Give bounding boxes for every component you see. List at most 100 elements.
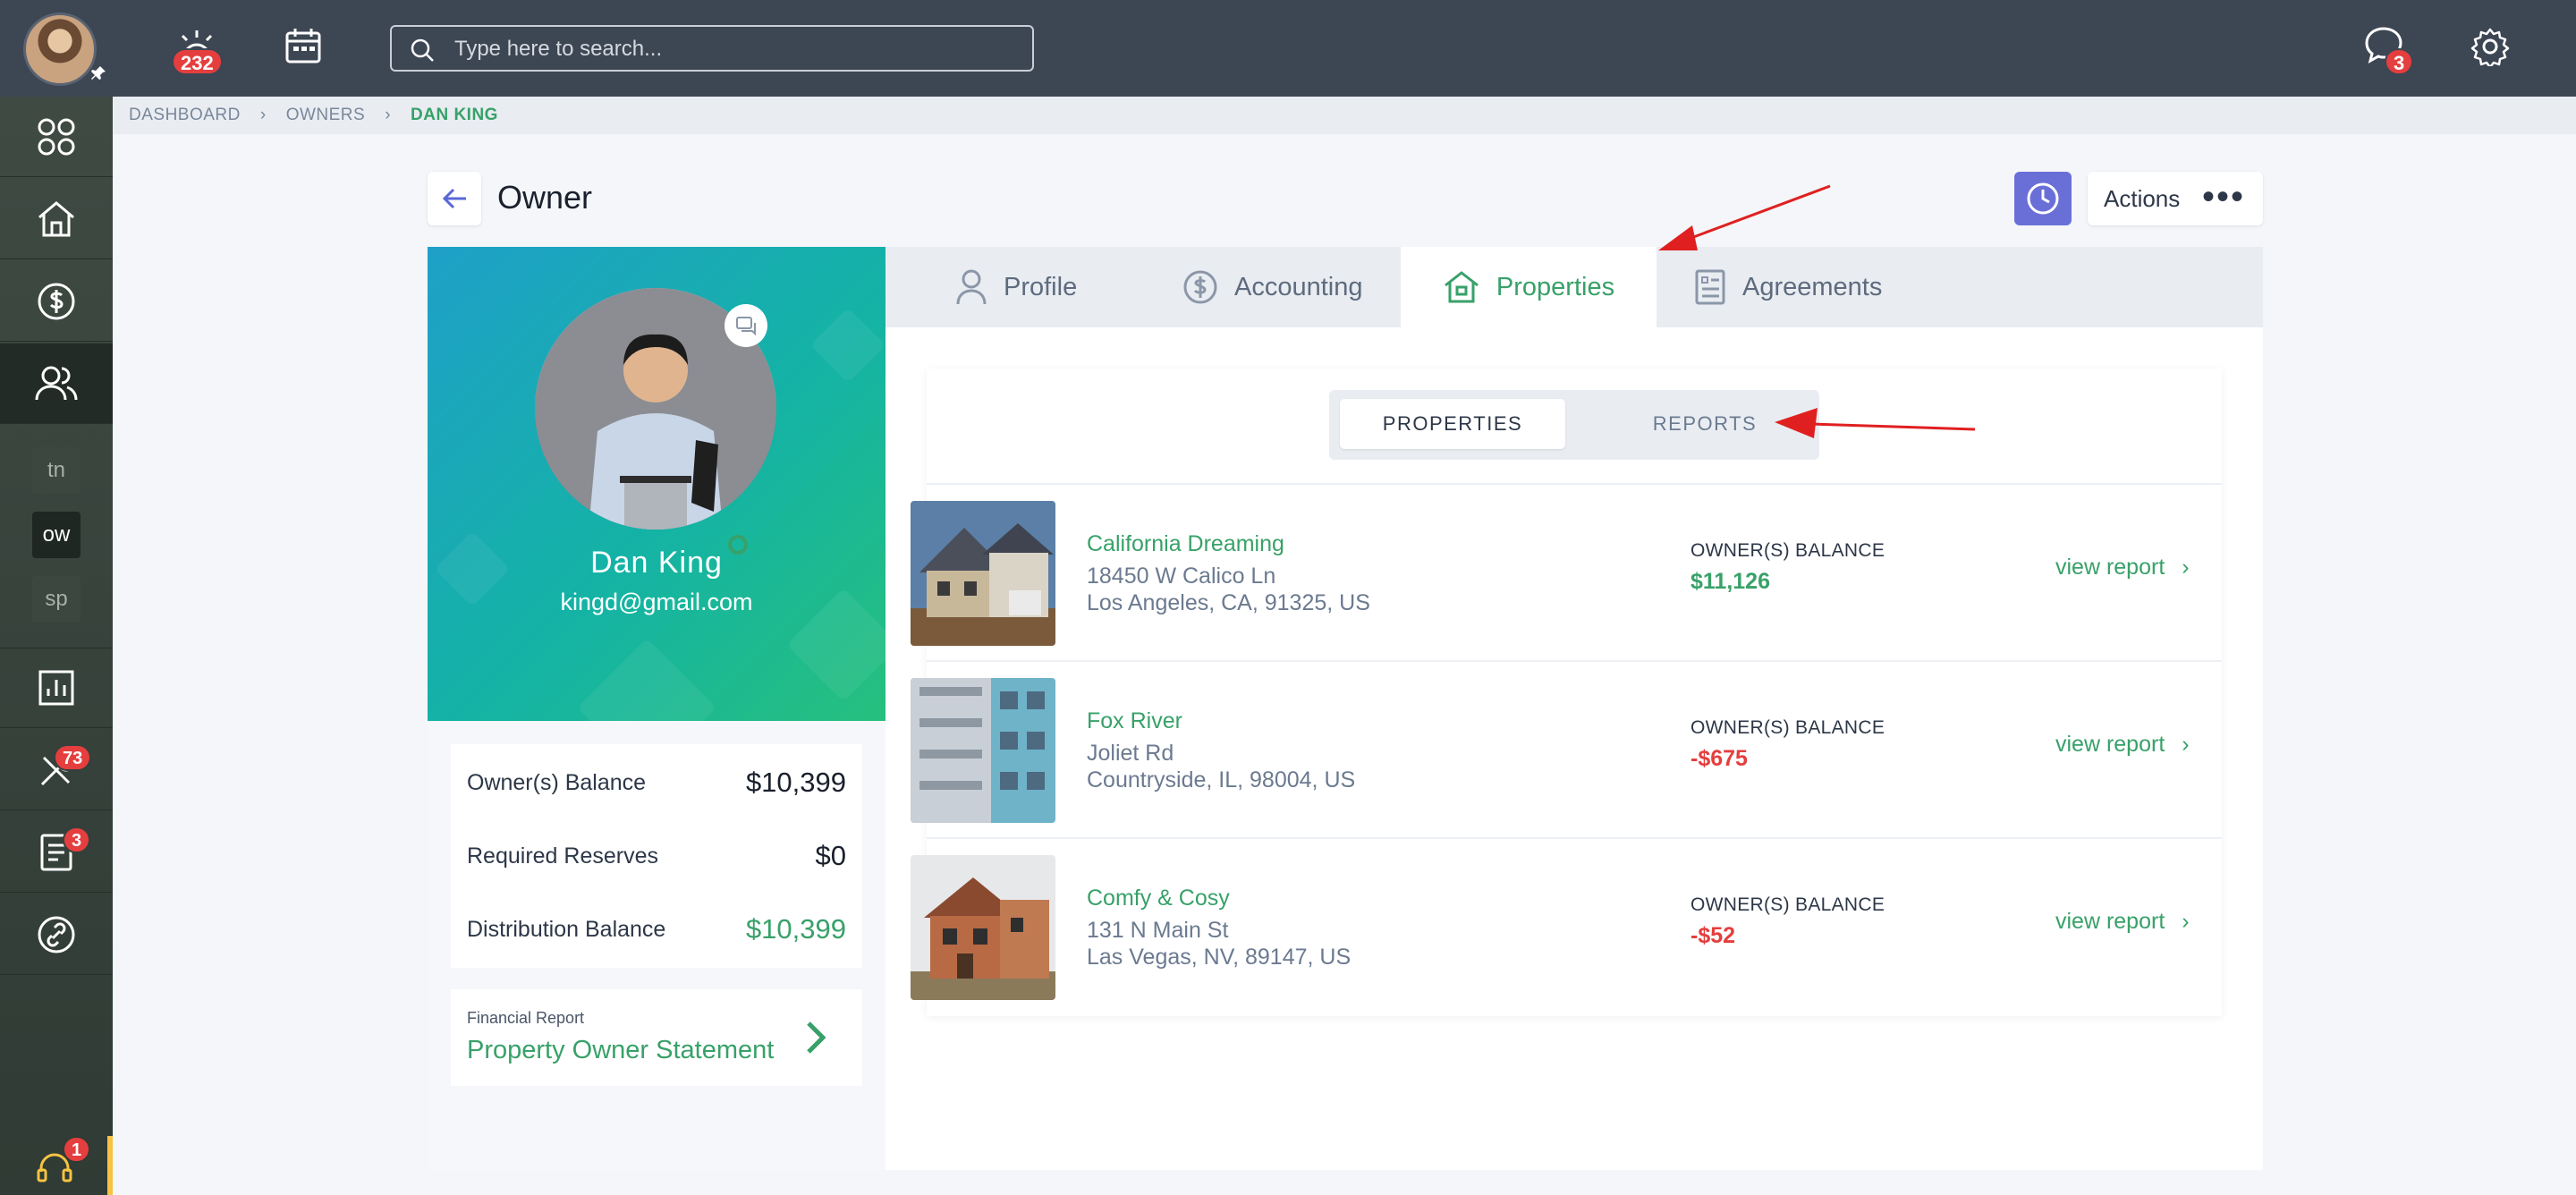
sidebar-item-apps[interactable] [0, 97, 113, 177]
apps-grid-icon [38, 118, 75, 155]
property-row[interactable]: Comfy & Cosy 131 N Main St Las Vegas, NV… [911, 846, 2222, 1021]
tab-label: Properties [1496, 272, 1615, 301]
property-balance-value: -$675 [1690, 746, 1748, 771]
support-badge: 1 [63, 1136, 91, 1163]
house-icon [1444, 271, 1479, 303]
tab-label: Agreements [1742, 272, 1883, 301]
view-report-link[interactable]: view report › [2055, 732, 2190, 758]
financial-report-link[interactable]: Financial Report Property Owner Statemen… [451, 989, 862, 1086]
balance-label: Distribution Balance [467, 916, 666, 942]
view-report-link[interactable]: view report › [2055, 909, 2190, 935]
view-report-label: view report [2055, 555, 2165, 580]
decor-diamond [809, 307, 886, 384]
search-box[interactable] [390, 25, 1034, 72]
person-icon [956, 269, 987, 305]
property-name[interactable]: Comfy & Cosy [1087, 886, 1230, 911]
segment-properties[interactable]: PROPERTIES [1340, 399, 1565, 449]
decor-diamond [577, 638, 716, 721]
divider [927, 483, 2222, 485]
chevron-right-icon: › [259, 106, 267, 124]
actions-menu[interactable]: Actions ••• [2088, 172, 2263, 225]
property-address-line1: 18450 W Calico Ln [1087, 564, 1276, 589]
page-title: Owner [497, 179, 593, 216]
tab-profile[interactable]: Profile [955, 247, 1077, 327]
app-ow[interactable]: ow [32, 512, 80, 558]
top-bar: 232 3 [0, 0, 2576, 97]
property-balance-label: OWNER(S) BALANCE [1690, 894, 1885, 915]
tab-bar: Profile Accounting Properties Agreements [886, 247, 2263, 327]
balance-panel: Owner(s) Balance $10,399 Required Reserv… [428, 721, 886, 1170]
property-address-line2: Countryside, IL, 98004, US [1087, 767, 1356, 792]
balance-row: Required Reserves $0 [467, 837, 846, 875]
property-row[interactable]: Fox River Joliet Rd Countryside, IL, 980… [911, 669, 2222, 844]
actions-label: Actions [2104, 184, 2181, 212]
messages-badge: 3 [2385, 48, 2414, 75]
sidebar-item-support[interactable]: 1 [0, 1136, 113, 1195]
property-address-line2: Las Vegas, NV, 89147, US [1087, 945, 1352, 970]
divider [927, 837, 2222, 839]
owner-email[interactable]: kingd@gmail.com [428, 589, 886, 616]
link-icon [38, 916, 75, 953]
tab-properties[interactable]: Properties [1401, 247, 1657, 327]
user-avatar[interactable] [23, 13, 97, 86]
balance-row: Owner(s) Balance $10,399 [467, 764, 846, 801]
property-name[interactable]: California Dreaming [1087, 531, 1284, 557]
breadcrumb: DASHBOARD › OWNERS › DAN KING [113, 97, 2576, 134]
view-report-link[interactable]: view report › [2055, 555, 2190, 581]
property-photo [911, 678, 1055, 823]
property-photo [911, 501, 1055, 646]
balance-row: Distribution Balance $10,399 [467, 911, 846, 948]
balances-card: Owner(s) Balance $10,399 Required Reserv… [451, 744, 862, 968]
balance-value: $0 [815, 840, 846, 871]
alerts-badge: 232 [172, 48, 223, 75]
property-name[interactable]: Fox River [1087, 708, 1182, 734]
back-button[interactable] [428, 172, 481, 225]
sidebar-item-accounting[interactable] [0, 261, 113, 342]
agreement-document-icon [1695, 269, 1725, 305]
calendar-icon[interactable] [284, 27, 322, 69]
property-address-line1: 131 N Main St [1087, 918, 1229, 943]
tab-accounting[interactable]: Accounting [1182, 247, 1363, 327]
balance-label: Required Reserves [467, 843, 658, 869]
tab-agreements[interactable]: Agreements [1694, 247, 1882, 327]
owner-name: Dan King [590, 546, 723, 580]
app-tn[interactable]: tn [32, 447, 80, 494]
view-report-label: view report [2055, 909, 2165, 934]
sidebar-item-links[interactable] [0, 894, 113, 975]
breadcrumb-owners[interactable]: OWNERS [286, 106, 366, 125]
chat-button[interactable] [724, 304, 767, 347]
breadcrumb-dashboard[interactable]: DASHBOARD [129, 106, 241, 125]
app-sp[interactable]: sp [32, 576, 80, 623]
segment-reports[interactable]: REPORTS [1597, 399, 1812, 449]
sidebar-item-reports[interactable] [0, 648, 113, 728]
property-balance-label: OWNER(S) BALANCE [1690, 540, 1885, 561]
sidebar: tn ow sp 73 3 1 [0, 97, 113, 1195]
search-input[interactable] [454, 34, 1009, 64]
history-button[interactable] [2014, 172, 2072, 225]
more-dots-icon[interactable]: ••• [2202, 179, 2245, 215]
sidebar-item-home[interactable] [0, 179, 113, 259]
balance-label: Owner(s) Balance [467, 769, 647, 795]
property-balance-value: -$52 [1690, 923, 1736, 948]
sidebar-item-documents[interactable] [0, 812, 113, 893]
balance-value: $10,399 [745, 913, 846, 945]
property-address-line1: Joliet Rd [1087, 741, 1174, 766]
chevron-right-icon: › [2182, 909, 2190, 934]
property-balance-label: OWNER(S) BALANCE [1690, 717, 1885, 738]
people-icon [35, 366, 78, 400]
divider [927, 660, 2222, 662]
report-title: Property Owner Statement [467, 1036, 775, 1064]
dollar-circle-icon [1183, 270, 1217, 304]
tools-badge: 73 [54, 744, 92, 771]
chart-icon [38, 670, 74, 706]
sidebar-item-tools[interactable] [0, 730, 113, 810]
search-icon [411, 38, 434, 62]
sidebar-item-owners[interactable] [0, 343, 113, 424]
view-report-label: view report [2055, 732, 2165, 757]
gear-icon[interactable] [2470, 27, 2510, 71]
chevron-right-icon: › [385, 106, 392, 124]
chevron-right-icon [807, 1021, 826, 1054]
dollar-circle-icon [38, 283, 75, 319]
profile-hero: Dan King kingd@gmail.com [428, 247, 886, 721]
property-row[interactable]: California Dreaming 18450 W Calico Ln Lo… [911, 492, 2222, 667]
